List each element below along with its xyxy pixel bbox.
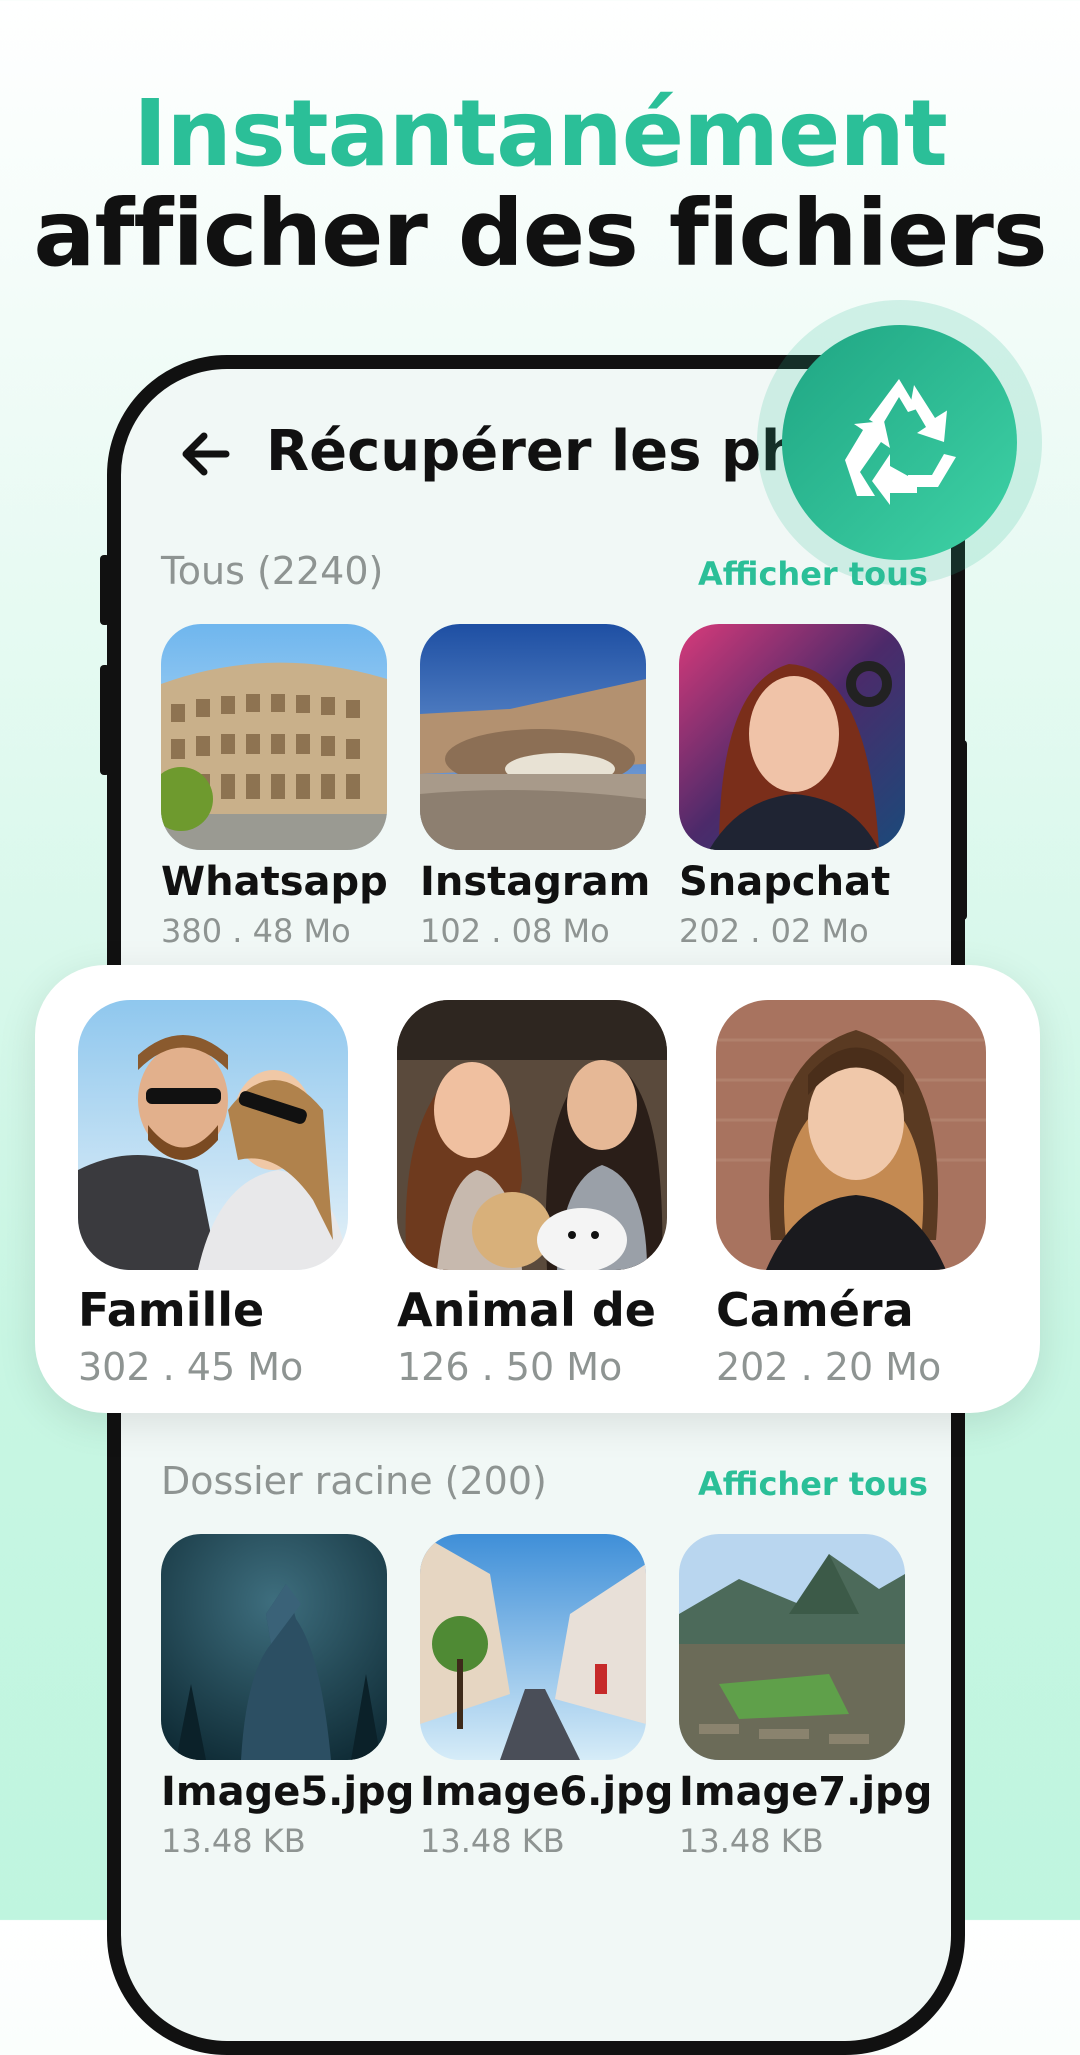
item-size: 302 . 45 Mo	[78, 1345, 304, 1389]
arrow-left-icon[interactable]	[176, 424, 236, 484]
see-all-link[interactable]: Afficher tous	[698, 1465, 928, 1503]
thumbnail-snapchat[interactable]	[679, 624, 905, 850]
item-size: 202 . 20 Mo	[716, 1345, 942, 1389]
item-name: Instagram	[420, 859, 651, 905]
item-name: Snapchat	[679, 859, 891, 905]
thumbnail-famille[interactable]	[78, 1000, 348, 1270]
item-name: Whatsapp	[161, 859, 388, 905]
item-size: 102 . 08 Mo	[420, 912, 610, 950]
page-title: Récupérer les pho	[266, 419, 840, 484]
item-size: 126 . 50 Mo	[397, 1345, 623, 1389]
item-name: Animal de	[397, 1283, 656, 1337]
section-title-all: Tous (2240)	[161, 549, 384, 593]
item-name: Caméra	[716, 1283, 914, 1337]
highlight-card: Famille 302 . 45 Mo Animal de 126 . 50 M…	[35, 965, 1040, 1413]
item-size: 13.48 KB	[420, 1822, 565, 1860]
thumbnail-camera[interactable]	[716, 1000, 986, 1270]
headline-accent: Instantanément	[133, 80, 948, 187]
item-size: 13.48 KB	[679, 1822, 824, 1860]
thumbnail-image6[interactable]	[420, 1534, 646, 1760]
item-name: Image6.jpg	[420, 1769, 674, 1815]
item-name: Image7.jpg	[679, 1769, 933, 1815]
headline-main: afficher des fichiers	[33, 180, 1047, 287]
section-title-root: Dossier racine (200)	[161, 1459, 547, 1503]
item-name: Famille	[78, 1283, 265, 1337]
thumbnail-whatsapp[interactable]	[161, 624, 387, 850]
recycle-badge	[782, 325, 1017, 560]
item-size: 13.48 KB	[161, 1822, 306, 1860]
recycle-icon	[845, 379, 956, 505]
item-size: 202 . 02 Mo	[679, 912, 869, 950]
item-size: 380 . 48 Mo	[161, 912, 351, 950]
thumbnail-image7[interactable]	[679, 1534, 905, 1760]
thumbnail-instagram[interactable]	[420, 624, 646, 850]
thumbnail-animal[interactable]	[397, 1000, 667, 1270]
thumbnail-image5[interactable]	[161, 1534, 387, 1760]
item-name: Image5.jpg	[161, 1769, 415, 1815]
